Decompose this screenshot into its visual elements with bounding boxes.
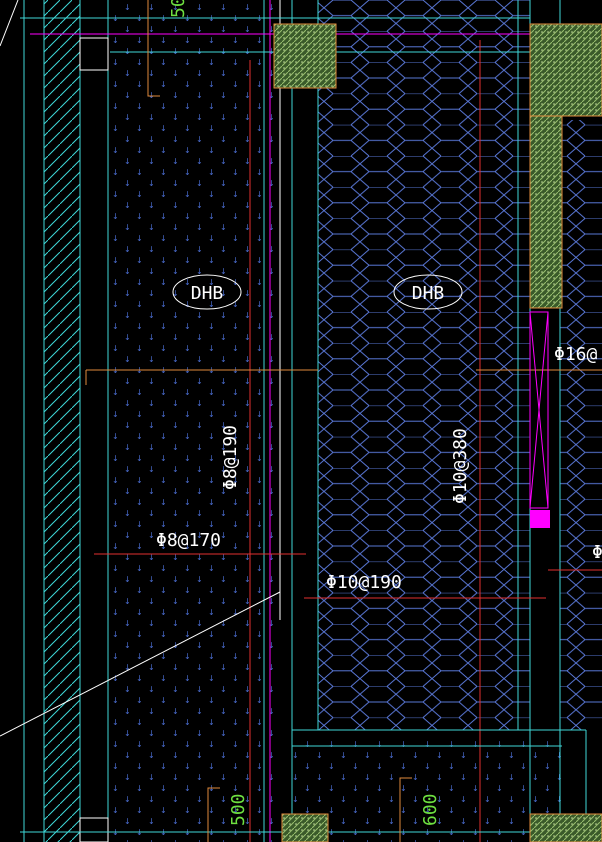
wall-opening-top [79,37,109,71]
rebar-label: Φ16@ [554,344,598,365]
wall-opening-bottom [79,817,109,842]
brace-anchor [530,510,550,528]
dimension-label: 600 [420,793,441,826]
slab-hex-region-right [560,120,602,730]
column-right [529,23,602,117]
dimension-label: 500 [228,793,249,826]
section-cut-line [0,0,19,47]
slab-hex-region [318,0,530,730]
column-bottom [281,813,329,842]
dimension-label: 500 [168,0,189,18]
column-right-stem [529,115,563,309]
rebar-label: Φ10@190 [326,572,402,593]
slab-label-text: DHB [412,283,445,304]
slab-dotted-region [110,0,280,842]
slab-label-text: DHB [191,283,224,304]
column-bottom-right [529,813,602,842]
column-top [273,23,337,89]
rebar-label: Φ8@190 [220,425,241,490]
cad-drawing: ↓ ↓ [0,0,602,842]
wall-hatch-strip [44,0,80,842]
rebar-label: Φ10@380 [450,428,471,504]
rebar-label: Φ [592,542,602,563]
rebar-label: Φ8@170 [156,530,221,551]
